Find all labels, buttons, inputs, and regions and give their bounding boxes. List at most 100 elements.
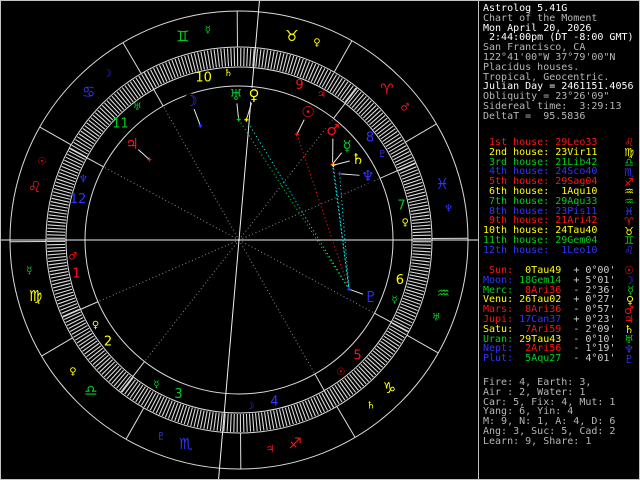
degree-tick (409, 201, 428, 206)
jupiter-glyph-icon: ♃ (125, 135, 138, 153)
degree-tick (220, 48, 224, 67)
degree-tick (226, 413, 229, 432)
degree-tick (410, 204, 428, 209)
degree-tick (47, 252, 66, 256)
degree-tick (261, 412, 265, 431)
pointer-saturn (333, 160, 350, 166)
aspect-line-sun-pluto (296, 134, 350, 290)
degree-tick (398, 163, 416, 172)
house-ruler-icon-6: ☿ (392, 295, 398, 306)
degree-tick (58, 300, 77, 308)
degree-tick (61, 305, 79, 314)
aries-ruler-icon: ♂ (401, 103, 410, 114)
house-cusp-dotted (238, 239, 375, 314)
house-ruler-icon-9: ♃ (317, 89, 326, 100)
sun-glyph-icon: ☉ (301, 103, 314, 121)
house-number-2: 2 (104, 334, 112, 349)
house-number-11: 11 (112, 116, 129, 131)
pluto-glyph-icon: ♇ (364, 288, 377, 306)
degree-tick (264, 412, 268, 430)
element-summary: Fire: 4, Earth: 3, Air : 2, Water: 1 Car: … (483, 378, 636, 447)
degree-tick (248, 413, 252, 432)
degree-tick (60, 303, 78, 311)
degree-tick (213, 412, 217, 431)
degree-tick (210, 50, 214, 68)
chart-area: ♈ ♂ ♉ ♀ ♊ ☿ ♋ ☽ ♌ ☉ ♍ ☿ ♎ ♀ ♏ ♇ ♐ ♃ ♑ ♄ ♒ ♅ ♓ ♆ 1 ♂ 2 ♀ 3 ☿ 4 ☽ 5 ☉ 6 ☿ 7 ♀ 8 ♇… (0, 0, 539, 480)
degree-tick (409, 274, 428, 279)
sign-boundary-line (39, 126, 72, 146)
sagittarius-ruler-icon: ♃ (266, 444, 275, 455)
panel-divider (478, 0, 479, 480)
house-number-8: 8 (366, 131, 374, 146)
pointer-neptune (339, 173, 360, 176)
degree-tick (411, 259, 430, 263)
degree-tick (302, 61, 311, 79)
degree-tick (200, 51, 205, 70)
planet-row: Plut: 5Aqu27 - 4°01' ♇ (483, 352, 636, 366)
degree-tick (412, 253, 431, 256)
degree-tick (270, 51, 275, 70)
degree-tick (65, 156, 83, 166)
degree-tick (152, 395, 162, 412)
degree-tick (254, 413, 258, 432)
degree-tick (411, 211, 429, 215)
degree-tick (200, 410, 205, 429)
virgo-sign-icon: ♍ (29, 287, 42, 305)
house-cusp-text: 12th house: 1Leo10 (483, 244, 598, 256)
degree-tick (249, 48, 252, 67)
degree-tick (296, 58, 304, 77)
dot-sun (294, 132, 299, 137)
planet-position: 5Aqu27 (513, 353, 562, 365)
degree-tick (66, 317, 84, 327)
degree-tick (305, 62, 314, 80)
degree-tick (307, 399, 316, 417)
planet-speed: - 4°01' (561, 353, 616, 365)
dot-moon (198, 123, 203, 128)
degree-tick (299, 402, 307, 421)
degree-tick (47, 255, 66, 259)
pointer-pluto (348, 288, 364, 295)
degree-tick (261, 49, 265, 68)
leo-sign-icon: ♌ (28, 178, 41, 196)
planet-icon: ♇ (624, 352, 634, 366)
aquarius-sign-icon: ♒ (437, 284, 450, 302)
degree-tick (50, 201, 69, 206)
pointer-mercury (332, 152, 343, 165)
degree-tick (57, 297, 76, 305)
degree-tick (412, 221, 431, 225)
degree-tick (48, 214, 67, 218)
degree-tick (47, 227, 66, 230)
sagittarius-sign-icon: ♐ (288, 434, 301, 452)
pointer-venus (245, 102, 252, 120)
degree-tick (401, 172, 420, 180)
pointer-jupiter (138, 149, 150, 160)
house-ruler-icon-5: ☉ (336, 367, 345, 378)
degree-tick (316, 68, 326, 85)
sign-boundary-line (333, 40, 353, 73)
planet-position-list: Sun: 0Tau49 + 0°00' ☉ Moon: 18Gem14 + 5°01… (483, 265, 636, 366)
house-number-5: 5 (353, 349, 361, 364)
house-cusp-dotted (238, 177, 381, 241)
degree-tick (409, 271, 428, 276)
degree-tick (47, 230, 66, 233)
aspect-line-venus-pluto (245, 119, 350, 290)
sign-boundary-line (336, 406, 356, 438)
chart-axes (0, 0, 539, 480)
gemini-sign-icon: ♊ (176, 28, 189, 46)
degree-tick (411, 214, 430, 218)
scorpio-sign-icon: ♏ (179, 435, 193, 453)
degree-tick (267, 411, 272, 430)
degree-tick (251, 413, 255, 432)
degree-tick (213, 49, 217, 68)
header-line: DeltaT = 95.5836 (483, 110, 586, 122)
dot-neptune (337, 171, 342, 176)
pisces-sign-icon: ♓ (436, 175, 449, 193)
saturn-glyph-icon: ♄ (351, 150, 364, 168)
degree-tick (264, 50, 269, 69)
summary-line: Learn: 9, Share: 1 (483, 435, 592, 447)
degree-tick (59, 172, 77, 180)
degree-tick (50, 271, 68, 276)
degree-tick (165, 62, 174, 80)
planet-name: Plut: (483, 353, 514, 365)
pointer-uranus (236, 103, 240, 120)
